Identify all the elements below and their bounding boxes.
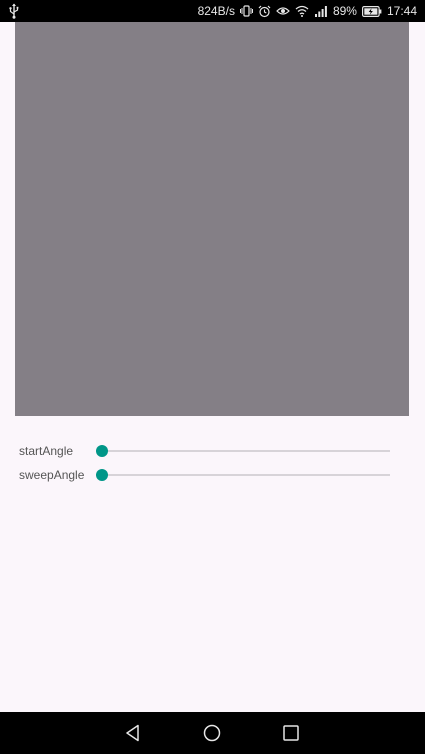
canvas-view <box>15 22 409 416</box>
eye-icon <box>276 5 290 17</box>
status-bar: 824B/s 89% 17:44 <box>0 0 425 22</box>
sweep-angle-label: sweepAngle <box>19 468 85 482</box>
clock: 17:44 <box>386 4 417 18</box>
sweep-angle-row: sweepAngle <box>0 463 425 487</box>
usb-icon <box>8 3 20 19</box>
sweep-angle-slider-thumb[interactable] <box>96 469 108 481</box>
vibrate-icon <box>239 5 253 17</box>
back-icon[interactable] <box>123 723 143 743</box>
alarm-icon <box>258 5 271 18</box>
sweep-angle-slider-track <box>102 474 390 476</box>
wifi-icon <box>295 5 309 17</box>
home-icon[interactable] <box>202 723 222 743</box>
start-angle-slider-thumb[interactable] <box>96 445 108 457</box>
start-angle-row: startAngle <box>0 439 425 463</box>
sweep-angle-slider[interactable] <box>96 463 394 487</box>
start-angle-slider[interactable] <box>96 439 394 463</box>
recents-icon[interactable] <box>281 723 301 743</box>
battery-percent: 89% <box>332 4 357 18</box>
signal-icon <box>314 5 328 17</box>
navigation-bar <box>0 712 425 754</box>
network-speed: 824B/s <box>197 4 235 18</box>
start-angle-slider-track <box>102 450 390 452</box>
start-angle-label: startAngle <box>19 444 74 458</box>
battery-charging-icon <box>361 5 382 17</box>
